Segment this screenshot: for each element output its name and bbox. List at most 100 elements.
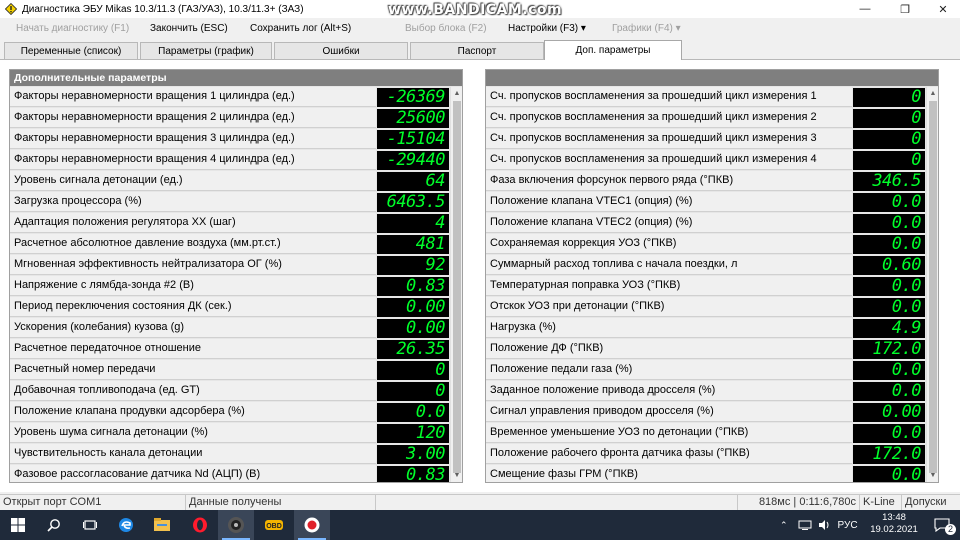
notifications-count: 2 [945,524,957,535]
volume-icon[interactable] [818,519,830,531]
file-explorer-icon[interactable] [144,510,180,540]
parameter-label: Положение клапана VTEC2 (опция) (%) [486,213,852,233]
parameter-value-display: 64 [377,172,449,191]
parameter-value-display: 3.00 [377,445,449,464]
parameter-label: Нагрузка (%) [486,318,852,338]
tab-extra-parameters[interactable]: Доп. параметры [544,40,682,60]
scroll-up-icon[interactable]: ▲ [927,87,938,100]
parameter-value-display: 4.9 [853,319,925,338]
finish-button[interactable]: Закончить (ESC) [150,23,228,34]
parameter-value-display: 0.0 [377,403,449,422]
parameter-label: Факторы неравномерности вращения 4 цилин… [10,150,376,170]
parameter-label: Мгновенная эффективность нейтрализатора … [10,255,376,275]
parameter-label: Уровень шума сигнала детонации (%) [10,423,376,443]
parameter-label: Сч. пропусков воспламенения за прошедший… [486,108,852,128]
parameter-value-display: 0.00 [377,319,449,338]
parameter-value-display: -29440 [377,151,449,170]
menu-bar: Начать диагностику (F1) Закончить (ESC) … [0,20,960,40]
left-scrollbar[interactable]: ▲ ▼ [450,87,462,482]
parameter-label: Чувствительность канала детонации [10,444,376,464]
tab-variables-list[interactable]: Переменные (список) [4,42,138,59]
parameter-value-display: 481 [377,235,449,254]
parameter-label: Отскок УОЗ при детонации (°ПКВ) [486,297,852,317]
network-icon[interactable] [798,520,812,530]
tray-chevron-up-icon[interactable]: ⌃ [780,520,788,531]
parameter-label: Адаптация положения регулятора ХХ (шаг) [10,213,376,233]
parameter-value-display: 92 [377,256,449,275]
scroll-thumb[interactable] [453,101,461,473]
scroll-thumb[interactable] [929,101,937,473]
scroll-down-icon[interactable]: ▼ [451,469,462,482]
left-parameters-panel: Дополнительные параметры Факторы неравно… [9,69,463,483]
bandicam-watermark: www.BANDICAM.com [388,2,563,18]
parameter-label: Расчетное передаточное отношение [10,339,376,359]
parameter-value-display: 346.5 [853,172,925,191]
parameter-value-display: 25600 [377,109,449,128]
svg-text:OBD: OBD [266,523,282,530]
parameter-value-display: 0 [853,130,925,149]
parameter-value-display: 0.0 [853,235,925,254]
parameter-label: Временное уменьшение УОЗ по детонации (°… [486,423,852,443]
title-bar: Диагностика ЭБУ Mikas 10.3/11.3 (ГАЗ/УАЗ… [0,0,960,18]
windows-start-icon[interactable] [0,510,36,540]
parameter-value-display: 172.0 [853,340,925,359]
graphs-menu[interactable]: Графики (F4) ▾ [612,23,681,34]
parameter-label: Сч. пропусков воспламенения за прошедший… [486,150,852,170]
parameter-value-display: 0.83 [377,277,449,296]
parameter-value-display: 0 [377,382,449,401]
parameter-label: Уровень сигнала детонации (ед.) [10,171,376,191]
minimize-button[interactable]: — [848,0,882,18]
status-spacer [376,495,738,511]
parameter-label: Расчетное абсолютное давление воздуха (м… [10,234,376,254]
start-diagnostics-button[interactable]: Начать диагностику (F1) [16,23,129,34]
diagnostic-app-icon[interactable] [218,510,254,540]
tab-parameters-graph[interactable]: Параметры (график) [140,42,272,59]
tab-errors[interactable]: Ошибки [274,42,408,59]
parameter-label: Положение клапана VTEC1 (опция) (%) [486,192,852,212]
parameter-label: Положение ДФ (°ПКВ) [486,339,852,359]
parameter-value-display: 0.0 [853,277,925,296]
parameter-label: Факторы неравномерности вращения 2 цилин… [10,108,376,128]
parameter-label: Фаза включения форсунок первого ряда (°П… [486,171,852,191]
parameter-value-display: 0.0 [853,382,925,401]
taskbar-clock[interactable]: 13:48 19.02.2021 [870,512,918,536]
car-scanner-icon[interactable]: OBD [256,510,292,540]
parameter-value-display: 0 [377,361,449,380]
parameter-value-display: 0.00 [853,403,925,422]
parameter-value-display: 0.83 [377,466,449,482]
edge-icon[interactable] [108,510,144,540]
parameter-value-display: 120 [377,424,449,443]
close-button[interactable]: ✕ [926,0,960,18]
parameter-label: Сохраняемая коррекция УОЗ (°ПКВ) [486,234,852,254]
restore-button[interactable]: ❐ [888,0,922,18]
opera-icon[interactable] [182,510,218,540]
parameter-value-display: 172.0 [853,445,925,464]
window-title: Диагностика ЭБУ Mikas 10.3/11.3 (ГАЗ/УАЗ… [22,3,304,15]
parameter-label: Положение клапана продувки адсорбера (%) [10,402,376,422]
parameter-value-display: 0.0 [853,466,925,482]
parameter-label: Смещение фазы ГРМ (°ПКВ) [486,465,852,482]
scroll-down-icon[interactable]: ▼ [927,469,938,482]
search-icon[interactable] [36,510,72,540]
language-indicator[interactable]: РУС [838,520,858,531]
right-scrollbar[interactable]: ▲ ▼ [926,87,938,482]
task-view-icon[interactable] [72,510,108,540]
save-log-button[interactable]: Сохранить лог (Alt+S) [250,23,351,34]
notifications-icon[interactable]: 2 [924,510,960,540]
parameter-value-display: 0.0 [853,361,925,380]
bandicam-record-icon[interactable] [294,510,330,540]
settings-menu[interactable]: Настройки (F3) ▾ [508,23,586,34]
parameter-label: Расчетный номер передачи [10,360,376,380]
parameter-label: Сигнал управления приводом дросселя (%) [486,402,852,422]
port-status: Открыт порт COM1 [0,495,186,511]
parameter-value-display: 0 [853,151,925,170]
parameter-value-display: 0.0 [853,298,925,317]
parameter-label: Фазовое рассогласование датчика Nd (АЦП)… [10,465,376,482]
system-tray: ⌃ РУС [780,510,858,540]
parameter-value-display: -26369 [377,88,449,107]
tab-passport[interactable]: Паспорт [410,42,544,59]
parameter-value-display: 0 [853,88,925,107]
select-block-button[interactable]: Выбор блока (F2) [405,23,487,34]
scroll-up-icon[interactable]: ▲ [451,87,462,100]
parameter-label: Добавочная топливоподача (ед. GT) [10,381,376,401]
